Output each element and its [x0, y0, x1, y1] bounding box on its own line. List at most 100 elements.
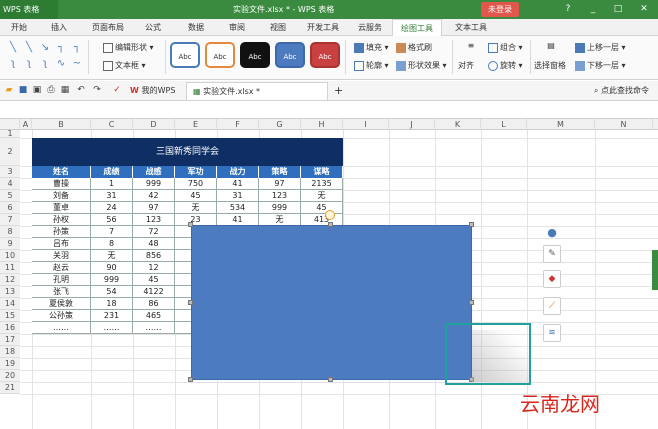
table-header-tactics[interactable]: 谋略 [301, 166, 343, 178]
col-header-k[interactable]: K [435, 119, 481, 130]
align-icon[interactable]: ≡ [460, 40, 482, 58]
scribble-shape-icon[interactable]: ~ [70, 58, 84, 70]
edit-icon[interactable]: ✎ [543, 245, 561, 263]
tab-my-wps[interactable]: W 我的WPS [124, 82, 181, 100]
row-header-5[interactable]: 5 [0, 190, 20, 202]
bring-forward-button[interactable]: 上移一层 ▾ [575, 42, 626, 54]
table-cell[interactable]: 72 [133, 226, 175, 238]
command-search[interactable]: ⌕ 点此查找命令 [588, 82, 658, 100]
close-button[interactable]: ✕ [636, 2, 652, 17]
resize-handle[interactable] [469, 300, 474, 305]
resize-handle[interactable] [328, 222, 333, 227]
menu-home[interactable]: 开始 [4, 19, 34, 36]
formula-bar[interactable] [0, 101, 658, 119]
curve-shape-icon[interactable]: ʅ [6, 58, 20, 70]
curve-shape-icon[interactable]: ʅ [38, 58, 52, 70]
shape-style-3[interactable]: Abc [240, 42, 270, 68]
table-cell[interactable]: 42 [133, 190, 175, 202]
col-header-m[interactable]: M [527, 119, 595, 130]
fill-button[interactable]: 填充 ▾ [354, 42, 389, 54]
table-cell[interactable]: 4122 [133, 286, 175, 298]
table-header-strategy[interactable]: 策略 [259, 166, 301, 178]
menu-view[interactable]: 视图 [263, 19, 293, 36]
table-cell[interactable]: 18 [91, 298, 133, 310]
table-cell[interactable]: 1 [91, 178, 133, 190]
resize-handle[interactable] [469, 222, 474, 227]
table-cell[interactable]: 86 [133, 298, 175, 310]
row-header-21[interactable]: 21 [0, 382, 20, 394]
line-shape-icon[interactable]: ╲ [22, 42, 36, 54]
menu-data[interactable]: 数据 [181, 19, 211, 36]
row-header-15[interactable]: 15 [0, 310, 20, 322]
outline-button[interactable]: 轮廓 ▾ [354, 60, 389, 72]
shape-style-4[interactable]: Abc [275, 42, 305, 68]
table-cell[interactable]: …… [91, 322, 133, 334]
resize-handle[interactable] [188, 222, 193, 227]
row-header-12[interactable]: 12 [0, 274, 20, 286]
row-header-3[interactable]: 3 [0, 166, 20, 178]
table-cell[interactable]: 赵云 [32, 262, 91, 274]
maximize-button[interactable]: □ [610, 2, 626, 17]
row-header-1[interactable]: 1 [0, 130, 20, 138]
shape-style-2[interactable]: Abc [205, 42, 235, 68]
row-header-13[interactable]: 13 [0, 286, 20, 298]
export-icon[interactable]: ▦ [60, 85, 70, 95]
table-cell[interactable]: 孙策 [32, 226, 91, 238]
edit-shape-button[interactable]: 编辑形状 ▾ [103, 42, 154, 54]
table-header-score[interactable]: 成绩 [91, 166, 133, 178]
curve-shape-icon[interactable]: ʅ [22, 58, 36, 70]
row-header-8[interactable]: 8 [0, 226, 20, 238]
col-header-f[interactable]: F [217, 119, 259, 130]
table-cell[interactable]: 曹操 [32, 178, 91, 190]
table-cell[interactable]: 24 [91, 202, 133, 214]
table-cell[interactable]: 856 [133, 250, 175, 262]
table-cell[interactable]: 999 [91, 274, 133, 286]
text-box-button[interactable]: 文本框 ▾ [103, 60, 146, 72]
rotate-button[interactable]: 旋转 ▾ [488, 60, 523, 72]
table-cell[interactable]: 12 [133, 262, 175, 274]
table-cell[interactable]: 123 [133, 214, 175, 226]
row-header-11[interactable]: 11 [0, 262, 20, 274]
table-cell[interactable]: 56 [91, 214, 133, 226]
col-header-g[interactable]: G [259, 119, 301, 130]
table-cell[interactable]: 999 [259, 202, 301, 214]
menu-insert[interactable]: 插入 [44, 19, 74, 36]
table-cell[interactable]: 无 [91, 250, 133, 262]
table-cell[interactable]: …… [133, 322, 175, 334]
resize-handle[interactable] [188, 377, 193, 382]
table-cell[interactable]: 董卓 [32, 202, 91, 214]
table-cell[interactable]: 45 [301, 202, 343, 214]
pin-icon[interactable]: ✓ [112, 85, 122, 95]
print-icon[interactable]: ⎙ [46, 85, 56, 95]
table-header-merit[interactable]: 军功 [175, 166, 217, 178]
menu-drawing-tools[interactable]: 绘图工具 [392, 19, 442, 36]
table-header-power[interactable]: 战力 [217, 166, 259, 178]
col-header-a[interactable]: A [20, 119, 32, 130]
menu-formula[interactable]: 公式 [138, 19, 168, 36]
tab-current-file[interactable]: ▦ 实验文件.xlsx * [186, 82, 328, 100]
table-cell[interactable]: 吕布 [32, 238, 91, 250]
layer-icon[interactable]: ≋ [543, 324, 561, 342]
login-button[interactable]: 未登录 [481, 2, 519, 17]
table-cell[interactable]: 750 [175, 178, 217, 190]
table-cell[interactable]: 31 [217, 190, 259, 202]
menu-cloud[interactable]: 云服务 [352, 19, 388, 36]
elbow-shape-icon[interactable]: ┐ [54, 42, 68, 54]
table-cell[interactable]: 97 [259, 178, 301, 190]
row-header-6[interactable]: 6 [0, 202, 20, 214]
row-header-20[interactable]: 20 [0, 370, 20, 382]
app-menu-button[interactable]: WPS 表格 [0, 0, 58, 19]
rectangle-shape[interactable] [191, 225, 472, 380]
row-header-9[interactable]: 9 [0, 238, 20, 250]
table-cell[interactable]: 90 [91, 262, 133, 274]
help-icon[interactable]: ? [560, 2, 576, 17]
shape-style-1[interactable]: Abc [170, 42, 200, 68]
table-cell[interactable]: 7 [91, 226, 133, 238]
row-header-16[interactable]: 16 [0, 322, 20, 334]
row-header-17[interactable]: 17 [0, 334, 20, 346]
menu-text-tools[interactable]: 文本工具 [446, 19, 496, 36]
selection-pane-icon[interactable]: ▤ [540, 40, 562, 58]
table-cell[interactable]: 张飞 [32, 286, 91, 298]
resize-handle[interactable] [188, 300, 193, 305]
elbow-shape-icon[interactable]: ┐ [70, 42, 84, 54]
